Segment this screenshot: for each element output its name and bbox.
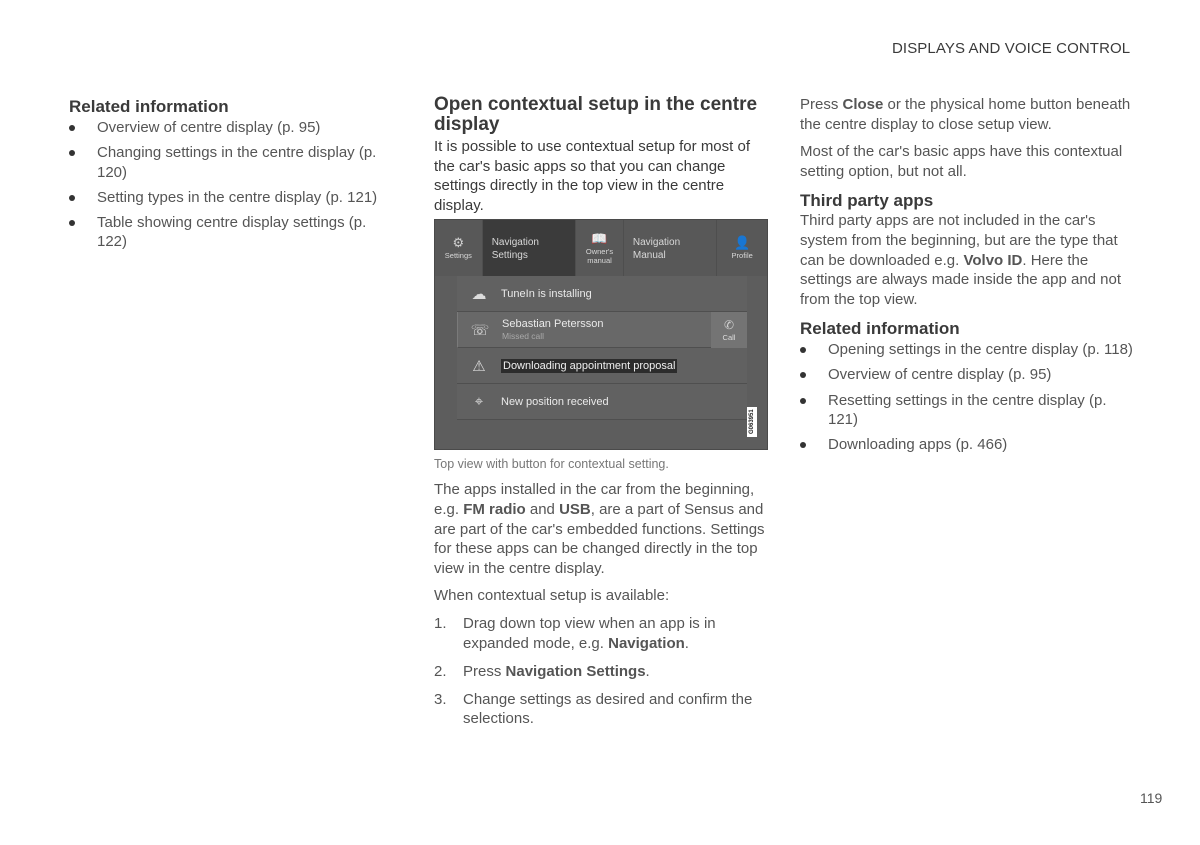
call-button[interactable]: ✆ Call [711,311,747,348]
notification-item[interactable]: ☏ Sebastian Petersson Missed call ✆ Call [457,311,747,349]
cloud-download-icon: ☁ [471,285,487,303]
step-item: 1. Drag down top view when an app is in e… [434,614,716,652]
related-info-list: Overview of centre display (p. 95) Chang… [69,118,399,252]
intro-paragraph: It is possible to use contextual setup f… [434,138,750,214]
related-info-heading: Related information [800,319,960,339]
bullet-icon [69,125,75,131]
navigation-settings-button[interactable]: Navigation Settings [482,220,577,277]
centre-display-figure: ⚙ Settings Navigation Settings 📖 Owner's… [434,219,768,451]
middle-column: Open contextual setup in the centre disp… [434,95,769,737]
gear-icon: ⚙ [452,235,465,251]
related-link[interactable]: Resetting settings in the centre display… [800,391,1135,430]
right-column: Press Close or the physical home button … [800,95,1135,460]
related-link[interactable]: Downloading apps (p. 466) [800,435,1135,455]
running-head: DISPLAYS AND VOICE CONTROL [892,40,1131,57]
steps-list: 1. Drag down top view when an app is in e… [434,614,769,729]
notification-item[interactable]: ☁ TuneIn is installing [457,276,747,313]
bullet-icon [69,219,75,226]
bullet-icon [800,397,806,404]
notification-item[interactable]: ⌖ New position received [457,384,747,421]
phone-icon: ✆ [723,317,735,332]
bullet-icon [69,150,75,157]
book-icon: 📖 [591,230,608,246]
related-info-heading: Related information [69,97,229,116]
related-link[interactable]: Changing settings in the centre display … [69,143,399,182]
bullet-icon [800,442,806,449]
figure-code: G063951 [747,407,757,438]
top-view-bar: ⚙ Settings Navigation Settings 📖 Owner's… [435,220,767,277]
related-link[interactable]: Overview of centre display (p. 95) [69,118,399,138]
warning-icon: ⚠ [472,357,486,375]
navigation-manual-button[interactable]: Navigation Manual [624,220,718,277]
left-column: Related information Overview of centre d… [69,95,399,258]
bullet-icon [800,372,806,379]
notification-item[interactable]: ⚠ Downloading appointment proposal [457,348,747,385]
page-number: 119 [1140,790,1163,806]
third-party-heading: Third party apps [800,191,934,211]
notification-list: ☁ TuneIn is installing ☏ Sebastian Peter… [457,276,747,421]
profile-tab[interactable]: 👤 Profile [717,220,767,276]
third-party-paragraph: Third party apps are not included in the… [800,212,1122,308]
bullet-icon [800,347,806,354]
related-link[interactable]: Opening settings in the centre display (… [800,340,1135,360]
position-icon: ⌖ [474,393,484,411]
related-link[interactable]: Table showing centre display settings (p… [69,213,399,252]
owners-manual-tab[interactable]: 📖 Owner's manual [576,220,624,277]
basic-apps-paragraph: Most of the car's basic apps have this c… [800,143,1123,180]
related-link[interactable]: Setting types in the centre display (p. … [69,188,399,208]
missed-call-icon: ☏ [470,321,490,339]
profile-icon: 👤 [734,235,751,251]
figure-caption: Top view with button for contextual sett… [434,457,669,472]
section-title: Open contextual setup in the centre disp… [434,94,758,135]
related-info-list: Opening settings in the centre display (… [800,340,1135,454]
availability-paragraph: When contextual setup is available: [434,587,670,605]
close-paragraph: Press Close or the physical home button … [800,96,1131,133]
related-link[interactable]: Overview of centre display (p. 95) [800,365,1135,385]
bullet-icon [69,194,75,201]
step-item: 3. Change settings as desired and confirm… [434,690,753,728]
embedded-apps-paragraph: The apps installed in the car from the b… [434,481,765,577]
step-item: 2. Press Navigation Settings. [434,662,650,680]
settings-tab[interactable]: ⚙ Settings [435,220,483,277]
